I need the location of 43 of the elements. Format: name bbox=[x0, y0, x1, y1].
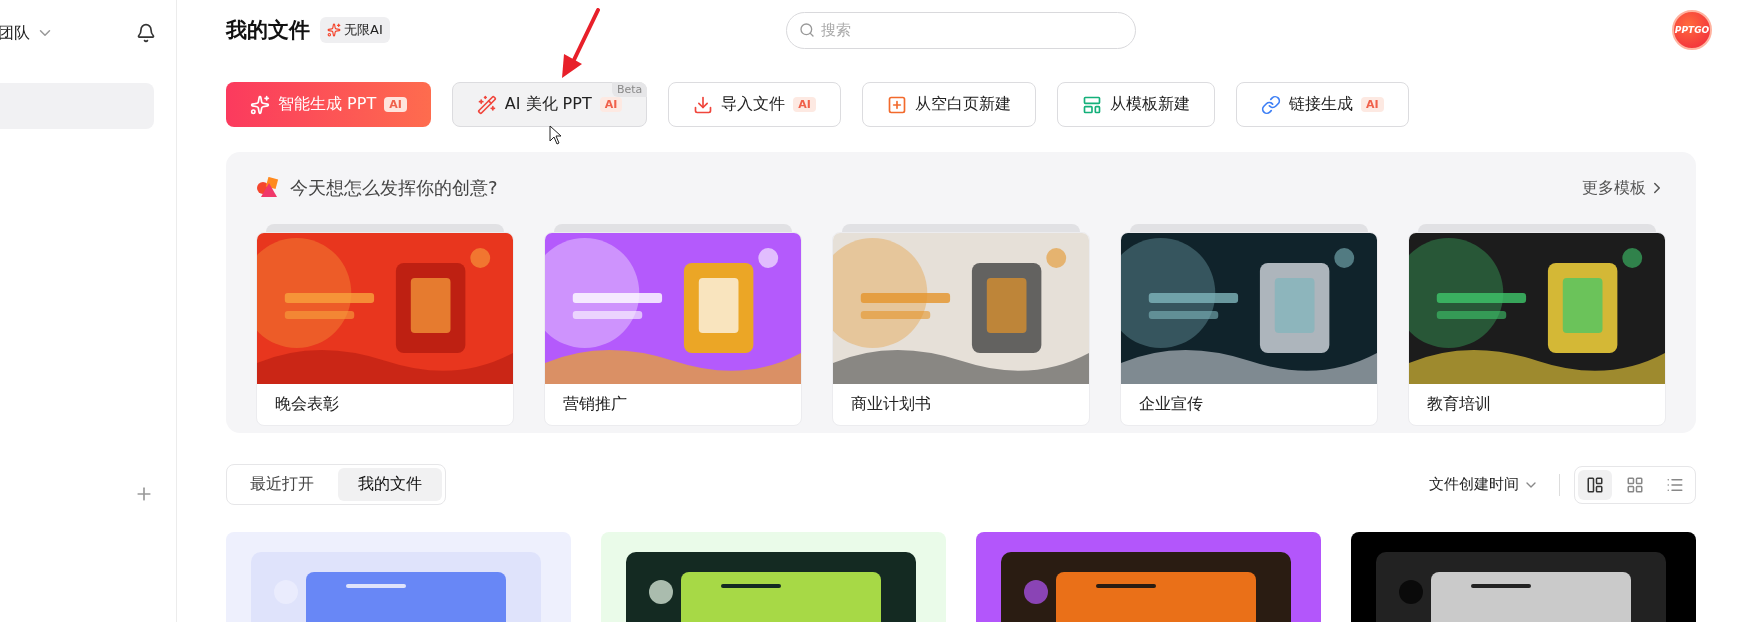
more-templates-link[interactable]: 更多模板 bbox=[1582, 177, 1666, 199]
template-card[interactable]: 商业计划书 bbox=[832, 232, 1090, 427]
ai-badge: AI bbox=[793, 97, 816, 113]
download-icon bbox=[693, 94, 714, 115]
action-button[interactable]: 链接生成 AI bbox=[1235, 82, 1409, 128]
template-card[interactable]: 企业宣传 bbox=[1120, 232, 1378, 427]
template-card[interactable]: 营销推广 bbox=[544, 232, 802, 427]
cursor-icon bbox=[549, 125, 563, 145]
tab[interactable]: 我的文件 bbox=[338, 468, 442, 501]
notification-icon[interactable] bbox=[136, 23, 156, 43]
search-icon bbox=[799, 21, 815, 38]
action-button[interactable]: Beta AI 美化 PPT AI bbox=[451, 82, 648, 128]
template-card[interactable]: 教育培训 bbox=[1408, 232, 1666, 427]
template-card[interactable]: 晚会表彰 bbox=[256, 232, 514, 427]
sort-dropdown[interactable]: 文件创建时间 bbox=[1423, 474, 1545, 495]
plus-square-icon bbox=[886, 94, 907, 115]
tab[interactable]: 最近打开 bbox=[230, 468, 334, 501]
section-title: 今天想怎么发挥你的创意? bbox=[290, 176, 498, 201]
sparkles-icon bbox=[327, 23, 341, 38]
template-label: 营销推广 bbox=[563, 394, 627, 416]
action-button[interactable]: 从空白页新建 bbox=[861, 82, 1036, 128]
ai-badge: AI bbox=[384, 97, 407, 113]
grid-icon bbox=[1626, 475, 1644, 494]
sparkles-icon bbox=[250, 94, 270, 115]
page-title: 我的文件 bbox=[226, 17, 310, 45]
beta-badge: Beta bbox=[611, 82, 648, 98]
action-button[interactable]: 导入文件 AI bbox=[668, 82, 841, 128]
template-label: 教育培训 bbox=[1427, 394, 1491, 416]
layout-icon bbox=[1081, 94, 1102, 115]
card-view-icon bbox=[1586, 475, 1604, 494]
ai-badge: AI bbox=[1360, 97, 1384, 113]
search-field[interactable]: 搜索 bbox=[786, 11, 1136, 49]
template-label: 企业宣传 bbox=[1139, 394, 1203, 416]
shapes-icon bbox=[256, 177, 280, 200]
badge-label: 无限AI bbox=[344, 21, 383, 40]
magic-wand-icon bbox=[476, 94, 497, 115]
team-name[interactable]: 团队 bbox=[0, 22, 30, 44]
link-icon bbox=[1260, 94, 1281, 115]
view-button[interactable] bbox=[1578, 469, 1612, 500]
action-button[interactable]: 从模板新建 bbox=[1056, 82, 1215, 128]
template-label: 商业计划书 bbox=[851, 394, 931, 416]
template-label: 晚会表彰 bbox=[275, 394, 339, 416]
ai-badge: AI bbox=[599, 97, 623, 113]
